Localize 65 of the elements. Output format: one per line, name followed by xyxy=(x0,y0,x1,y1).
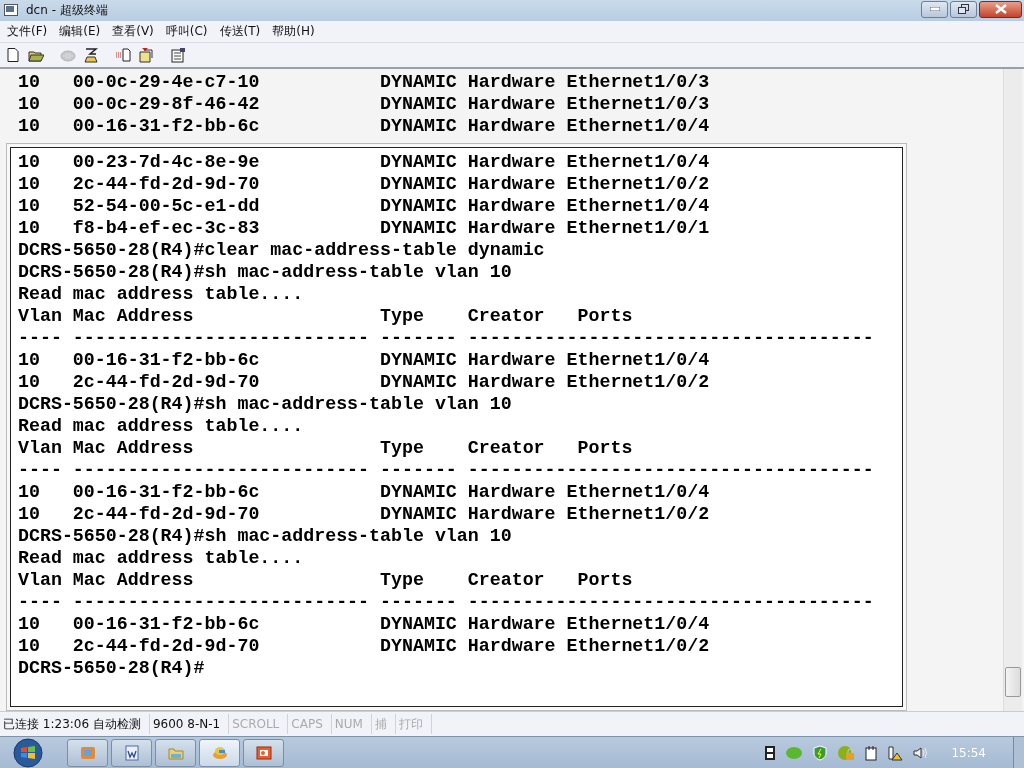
menu-item[interactable]: 查看(V) xyxy=(106,20,160,42)
presentation-icon xyxy=(254,743,273,762)
menu-item[interactable]: 编辑(E) xyxy=(53,20,107,42)
terminal-line: Vlan Mac Address Type Creator Ports xyxy=(18,568,634,591)
status-field: NUM xyxy=(331,714,372,734)
film-icon[interactable] xyxy=(764,744,777,761)
document-icon xyxy=(122,743,141,762)
terminal-line: 10 2c-44-fd-2d-9d-70 DYNAMIC Hardware Ethernet1/0/2 xyxy=(18,370,711,393)
terminal-line: Vlan Mac Address Type Creator Ports xyxy=(18,436,634,459)
status-field: 捕 xyxy=(371,714,396,734)
restore-icon xyxy=(958,4,969,15)
volume-icon[interactable] xyxy=(912,744,929,761)
taskbar-button[interactable] xyxy=(155,738,196,767)
terminal-line: Read mac address table.... xyxy=(18,414,305,437)
terminal-line: 10 00-0c-29-8f-46-42 DYNAMIC Hardware Ethernet1/0/3 xyxy=(17,92,711,115)
taskbar-button[interactable] xyxy=(111,738,152,767)
close-button[interactable] xyxy=(979,1,1022,18)
terminal-line: 10 2c-44-fd-2d-9d-70 DYNAMIC Hardware Ethernet1/0/2 xyxy=(18,172,711,195)
terminal-line: Vlan Mac Address Type Creator Ports xyxy=(18,304,634,327)
restore-button[interactable] xyxy=(950,1,977,18)
status-field: CAPS xyxy=(288,714,332,734)
terminal-line: 10 52-54-00-5c-e1-dd DYNAMIC Hardware Ethernet1/0/4 xyxy=(18,194,711,217)
terminal-line: 10 2c-44-fd-2d-9d-70 DYNAMIC Hardware Ethernet1/0/2 xyxy=(18,502,711,525)
status-field: 打印 xyxy=(395,714,432,734)
window-icon xyxy=(4,4,18,17)
terminal-line: DCRS-5650-28(R4)#clear mac-address-table dynamic xyxy=(18,238,546,261)
terminal-line: 10 00-16-31-f2-bb-6c DYNAMIC Hardware Ethernet1/0/4 xyxy=(18,612,711,635)
new-document-icon xyxy=(5,46,21,63)
minimize-button[interactable] xyxy=(921,1,948,18)
terminal-line: ---- --------------------------- ------- ------------------------------------- xyxy=(18,326,875,349)
vertical-scrollbar[interactable] xyxy=(1003,68,1022,712)
terminal-line: DCRS-5650-28(R4)#sh mac-address-table vlan 10 xyxy=(18,392,513,415)
taskbar-button[interactable] xyxy=(67,738,108,767)
terminal-line: ---- --------------------------- ------- ------------------------------------- xyxy=(18,458,875,481)
document-dots-icon xyxy=(115,46,131,63)
minimize-icon xyxy=(929,7,940,12)
terminal-line: 10 2c-44-fd-2d-9d-70 DYNAMIC Hardware Ethernet1/0/2 xyxy=(18,634,711,657)
menu-item[interactable]: 传送(T) xyxy=(213,20,267,42)
terminal-line: Read mac address table.... xyxy=(18,546,305,569)
windows-logo-icon xyxy=(13,737,43,768)
menu-item[interactable]: 呼叫(C) xyxy=(159,20,214,42)
properties-icon xyxy=(170,46,186,63)
terminal-line: 10 f8-b4-ef-ec-3c-83 DYNAMIC Hardware Ethernet1/0/1 xyxy=(18,216,711,239)
status-field: 9600 8-N-1 xyxy=(149,714,230,734)
terminal-line: Read mac address table.... xyxy=(18,282,305,305)
taskbar-button[interactable] xyxy=(199,738,240,767)
network-warning-icon[interactable] xyxy=(887,744,904,761)
terminal-line: ---- --------------------------- ------- ------------------------------------- xyxy=(18,590,875,613)
terminal-line: 10 00-16-31-f2-bb-6c DYNAMIC Hardware Ethernet1/0/4 xyxy=(18,480,711,503)
menu-item[interactable]: 帮助(H) xyxy=(266,20,321,42)
menu-item[interactable]: 文件(F) xyxy=(1,20,54,42)
folder-document-icon xyxy=(138,46,154,63)
status-field: 已连接 1:23:06 自动检测 xyxy=(0,714,150,734)
close-icon xyxy=(994,4,1007,15)
status-field: SCROLL xyxy=(229,714,289,734)
terminal-line: DCRS-5650-28(R4)#sh mac-address-table vlan 10 xyxy=(18,524,513,547)
taskbar-button[interactable] xyxy=(243,738,284,767)
terminal-line: 10 00-16-31-f2-bb-6c DYNAMIC Hardware Ethernet1/0/4 xyxy=(17,114,711,137)
terminal-line: DCRS-5650-28(R4)#sh mac-address-table vlan 10 xyxy=(18,260,513,283)
terminal-line: 10 00-16-31-f2-bb-6c DYNAMIC Hardware Ethernet1/0/4 xyxy=(18,348,711,371)
terminal-line: DCRS-5650-28(R4)# xyxy=(18,656,206,679)
terminal-line: 10 00-23-7d-4c-8e-9e DYNAMIC Hardware Ethernet1/0/4 xyxy=(18,150,711,173)
window-title: dcn - 超级终端 xyxy=(26,2,109,19)
terminal-line: 10 00-0c-29-4e-c7-10 DYNAMIC Hardware Ethernet1/0/3 xyxy=(17,70,711,93)
shield-icon[interactable] xyxy=(812,744,829,761)
